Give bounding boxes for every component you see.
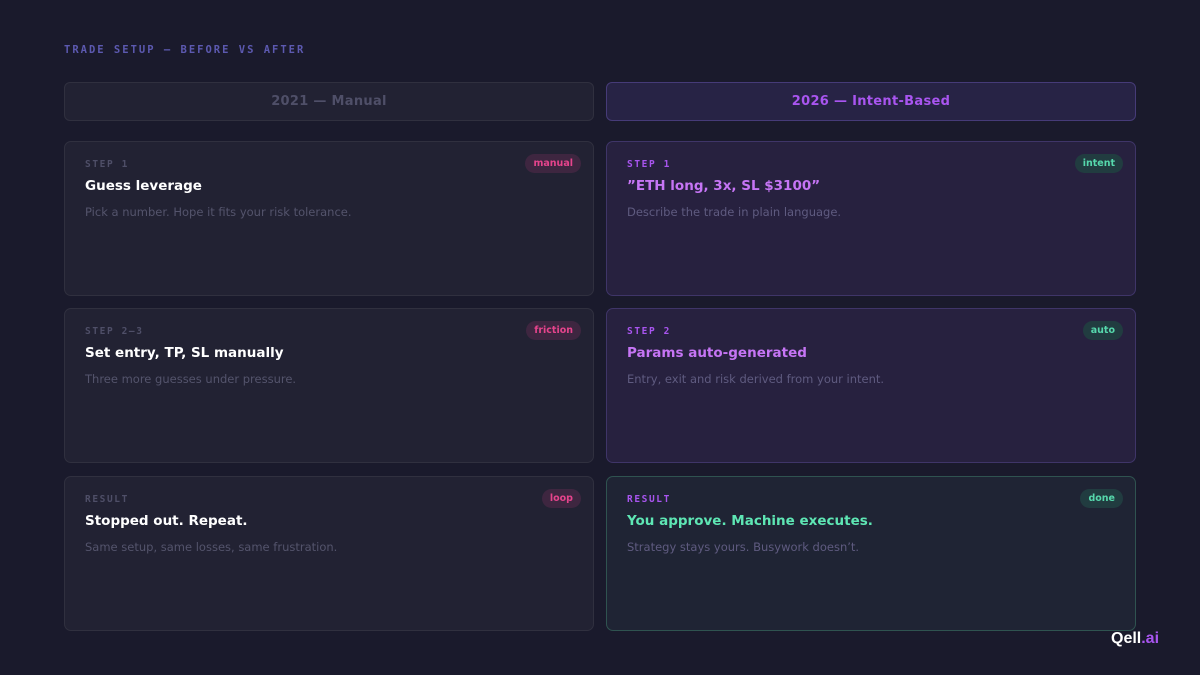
step-label: STEP 2–3: [85, 326, 144, 337]
badge-friction: friction: [526, 321, 581, 340]
logo-suffix: .ai: [1141, 630, 1160, 647]
card-description: Same setup, same losses, same frustratio…: [85, 540, 338, 554]
logo-text: Qell: [1111, 630, 1142, 647]
card-description: Entry, exit and risk derived from your i…: [627, 372, 885, 386]
manual-card-step-2-3: STEP 2–3 Set entry, TP, SL manually Thre…: [64, 308, 594, 463]
step-label: RESULT: [627, 494, 671, 505]
card-title: Guess leverage: [85, 178, 202, 194]
step-label: STEP 1: [627, 159, 671, 170]
manual-card-result: RESULT Stopped out. Repeat. Same setup, …: [64, 476, 594, 631]
intent-card-step-1: STEP 1 ”ETH long, 3x, SL $3100” Describe…: [606, 141, 1136, 296]
card-description: Describe the trade in plain language.: [627, 205, 842, 219]
badge-loop: loop: [541, 489, 581, 508]
column-header-manual: 2021 — Manual: [64, 82, 594, 121]
step-label: STEP 1: [85, 159, 129, 170]
page-title: TRADE SETUP — BEFORE VS AFTER: [64, 44, 306, 56]
card-description: Strategy stays yours. Busywork doesn’t.: [627, 540, 860, 554]
badge-auto: auto: [1082, 321, 1123, 340]
card-title: ”ETH long, 3x, SL $3100”: [627, 178, 821, 194]
intent-card-result: RESULT You approve. Machine executes. St…: [606, 476, 1136, 631]
card-title: You approve. Machine executes.: [627, 513, 873, 529]
intent-card-step-2: STEP 2 Params auto-generated Entry, exit…: [606, 308, 1136, 463]
card-description: Three more guesses under pressure.: [85, 372, 297, 386]
badge-intent: intent: [1074, 154, 1123, 173]
manual-card-step-1: STEP 1 Guess leverage Pick a number. Hop…: [64, 141, 594, 296]
card-title: Set entry, TP, SL manually: [85, 345, 284, 361]
card-title: Stopped out. Repeat.: [85, 513, 248, 529]
brand-logo: Qell.ai: [1111, 630, 1159, 648]
badge-manual: manual: [525, 154, 581, 173]
step-label: STEP 2: [627, 326, 671, 337]
badge-done: done: [1080, 489, 1123, 508]
column-header-intent: 2026 — Intent-Based: [606, 82, 1136, 121]
card-title: Params auto-generated: [627, 345, 807, 361]
step-label: RESULT: [85, 494, 129, 505]
card-description: Pick a number. Hope it fits your risk to…: [85, 205, 352, 219]
slide: TRADE SETUP — BEFORE VS AFTER 2021 — Man…: [0, 0, 1200, 675]
